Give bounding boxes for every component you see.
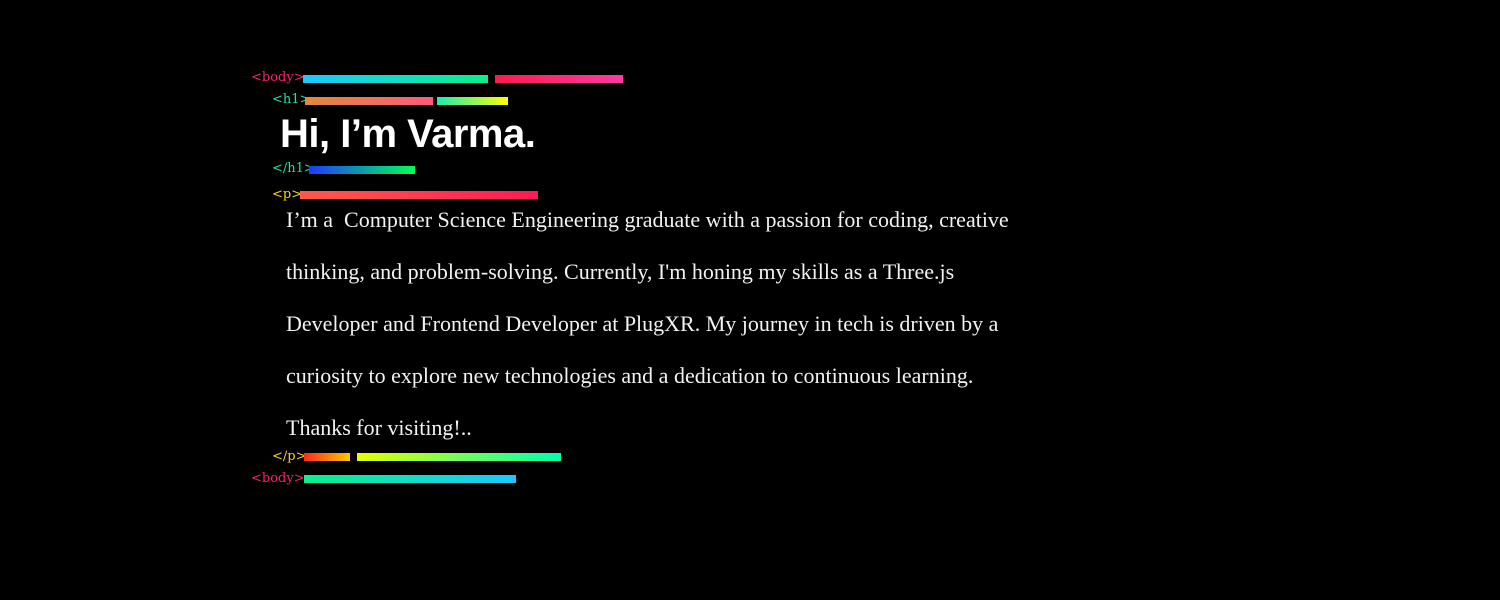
paragraph-line: curiosity to explore new technologies an… — [286, 363, 974, 388]
decor-bar — [309, 166, 415, 174]
decor-bar — [303, 75, 488, 83]
decor-bar — [304, 475, 516, 483]
intro-paragraph: I’m a Computer Science Engineering gradu… — [286, 201, 1196, 461]
paragraph-line: Developer and Frontend Developer at Plug… — [286, 311, 999, 336]
decor-bar — [300, 191, 538, 199]
p-close-tag: </p> — [272, 449, 307, 464]
decor-bar — [305, 97, 433, 105]
decor-bar — [357, 453, 561, 461]
decor-bar — [304, 453, 350, 461]
page-title: Hi, I’m Varma. — [280, 112, 536, 156]
paragraph-line: I’m a Computer Science Engineering gradu… — [286, 207, 1009, 232]
body-close-tag: <body> — [251, 471, 305, 486]
portfolio-intro-section: <body> <h1> Hi, I’m Varma. </h1> <p> I’m… — [0, 0, 1500, 600]
paragraph-line: thinking, and problem-solving. Currently… — [286, 259, 955, 284]
decor-bar — [437, 97, 508, 105]
decor-bar — [495, 75, 623, 83]
body-open-tag: <body> — [251, 70, 305, 85]
